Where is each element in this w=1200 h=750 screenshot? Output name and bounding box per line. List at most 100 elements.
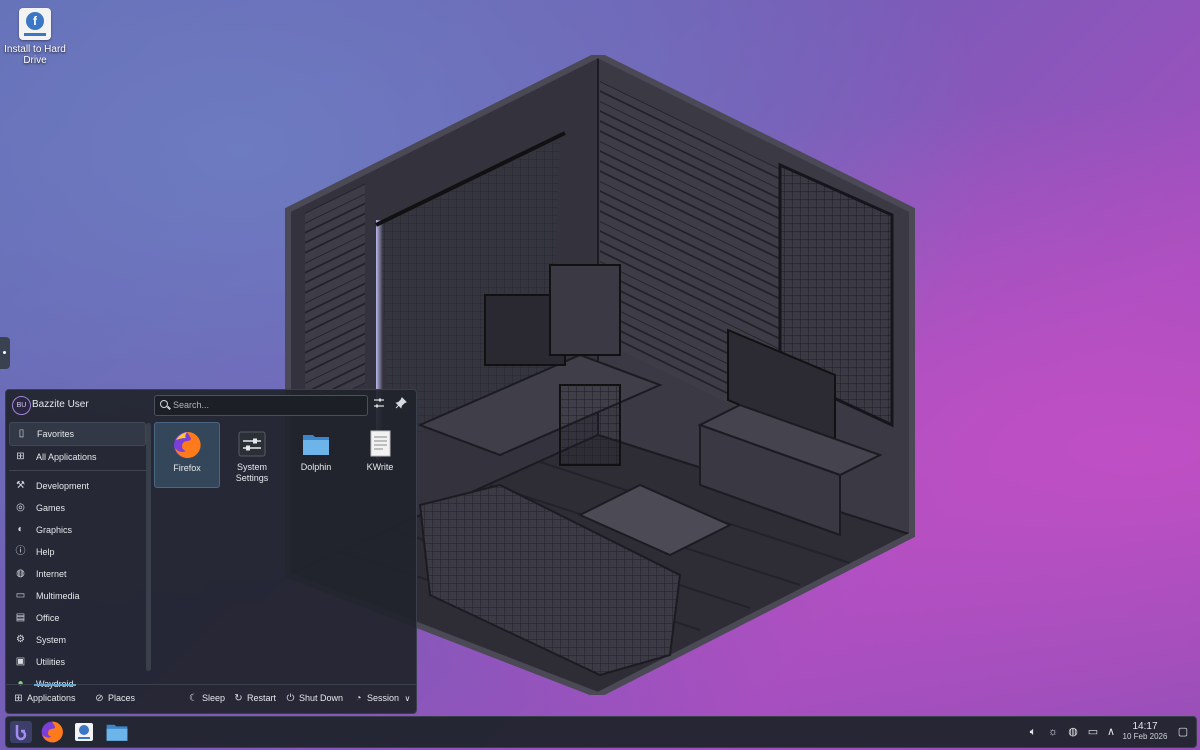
show-desktop-icon: ▢ — [1177, 726, 1189, 738]
desktop-icon-label: Install to Hard Drive — [4, 44, 66, 66]
taskbar: 🔈︎ ☼ ◍ ▭ ∧ 14:17 10 Feb 2026 ▢ — [5, 716, 1197, 748]
taskbar-firefox[interactable] — [40, 720, 64, 744]
tab-applications-label: Applications — [27, 693, 76, 703]
shutdown-button[interactable]: ⏻ Shut Down — [285, 693, 344, 704]
restart-icon: ↻ — [234, 693, 243, 704]
sliders-icon — [374, 398, 384, 408]
search-icon — [160, 400, 168, 408]
tab-applications[interactable]: ⊞ Applications — [13, 693, 76, 704]
sidebar-item-help[interactable]: ⓘ Help — [9, 541, 146, 563]
volume-icon[interactable]: 🔈︎ — [1026, 725, 1040, 739]
sidebar-item-development[interactable]: ⚒ Development — [9, 475, 146, 497]
tab-places[interactable]: ⊘ Places — [94, 693, 135, 704]
app-firefox[interactable]: Firefox — [154, 422, 220, 488]
wrench-icon: ⚒ — [16, 480, 25, 491]
category-sidebar: ▯ Favorites ⊞ All Applications ⚒ Develop… — [6, 422, 149, 695]
taskbar-installer[interactable] — [72, 720, 96, 744]
grid-icon: ⊞ — [16, 451, 25, 462]
folder-icon — [106, 724, 128, 741]
grid-icon: ⊞ — [14, 693, 23, 704]
application-launcher: BU Bazzite User ▯ Favorites ⊞ All Applic… — [5, 389, 417, 714]
search-input[interactable] — [173, 398, 359, 412]
installer-icon: f — [19, 8, 51, 40]
shutdown-label: Shut Down — [299, 693, 344, 703]
launcher-header: BU Bazzite User — [6, 390, 416, 420]
active-tab-indicator — [34, 684, 76, 686]
app-system-settings[interactable]: System Settings — [220, 422, 284, 486]
bazzite-logo-icon — [10, 721, 32, 743]
session-label: Session — [367, 693, 400, 703]
sidebar-item-label: All Applications — [36, 452, 97, 462]
tab-places-label: Places — [108, 693, 136, 703]
tray-expand-chevron-icon[interactable]: ∧ — [1104, 725, 1118, 739]
toolbox-icon: ▣ — [15, 656, 26, 667]
sidebar-item-label: Internet — [36, 569, 67, 579]
sidebar-item-label: Utilities — [36, 657, 66, 667]
app-dolphin[interactable]: Dolphin — [284, 422, 348, 486]
sleep-button[interactable]: ☾ Sleep — [188, 693, 225, 704]
panel-edge-handle[interactable] — [0, 337, 10, 369]
restart-button[interactable]: ↻ Restart — [233, 693, 276, 704]
clock-time: 14:17 — [1132, 721, 1158, 732]
user-name: Bazzite User — [32, 399, 89, 410]
network-icon[interactable]: ◍ — [1066, 725, 1080, 739]
pin-button[interactable] — [394, 397, 408, 411]
search-box[interactable] — [154, 395, 368, 416]
power-icon: ⏻ — [286, 693, 295, 704]
sidebar-item-label: Graphics — [36, 525, 73, 535]
sidebar-item-internet[interactable]: ◍ Internet — [9, 563, 146, 585]
app-label: KWrite — [366, 462, 394, 472]
firefox-icon — [172, 430, 202, 460]
sidebar-scrollbar[interactable] — [146, 423, 151, 671]
compass-icon: ⊘ — [95, 693, 104, 704]
user-avatar[interactable]: BU — [12, 396, 31, 415]
help-icon: ⓘ — [15, 546, 26, 557]
document-icon: ▤ — [15, 612, 26, 623]
sidebar-item-system[interactable]: ⚙ System — [9, 629, 146, 651]
firefox-icon — [41, 721, 63, 743]
globe-icon: ◍ — [16, 568, 25, 579]
chevron-down-icon: ∨ — [404, 694, 411, 703]
session-button[interactable]: ◔ Session ∨ — [353, 693, 410, 704]
bookmark-icon: ▯ — [18, 428, 25, 439]
taskbar-dolphin[interactable] — [105, 720, 129, 744]
palette-icon: ◐ — [17, 524, 24, 535]
installer-icon — [75, 723, 93, 741]
brightness-icon[interactable]: ☼ — [1046, 725, 1060, 739]
install-to-hard-drive-desktop-icon[interactable]: f Install to Hard Drive — [4, 6, 66, 66]
pin-icon — [395, 397, 407, 409]
app-label: Dolphin — [300, 462, 332, 472]
sidebar-item-office[interactable]: ▤ Office — [9, 607, 146, 629]
session-icon: ◔ — [355, 693, 362, 704]
restart-label: Restart — [247, 693, 277, 703]
sidebar-divider — [9, 470, 146, 471]
launcher-footer: ⊞ Applications ⊘ Places ☾ Sleep ↻ Restart ⏻ S… — [6, 684, 416, 713]
sidebar-item-graphics[interactable]: ◐ Graphics — [9, 519, 146, 541]
gear-icon: ⚙ — [16, 634, 25, 645]
gamepad-icon: ◎ — [16, 502, 25, 513]
show-desktop-button[interactable]: ▢ — [1176, 725, 1190, 739]
sidebar-item-games[interactable]: ◎ Games — [9, 497, 146, 519]
folder-icon — [301, 429, 331, 459]
sidebar-item-favorites[interactable]: ▯ Favorites — [9, 422, 146, 446]
sleep-icon: ☾ — [189, 693, 198, 704]
app-launcher-button[interactable] — [9, 720, 33, 744]
sidebar-item-label: Office — [36, 613, 60, 623]
sidebar-item-label: Help — [36, 547, 55, 557]
sidebar-item-multimedia[interactable]: ▭ Multimedia — [9, 585, 146, 607]
app-label: Firefox — [173, 463, 201, 473]
sleep-label: Sleep — [202, 693, 226, 703]
display-icon[interactable]: ▭ — [1086, 725, 1100, 739]
configure-button[interactable] — [372, 397, 386, 411]
sidebar-item-utilities[interactable]: ▣ Utilities — [9, 651, 146, 673]
sidebar-item-label: Development — [36, 481, 90, 491]
clock[interactable]: 14:17 10 Feb 2026 — [1120, 721, 1170, 742]
sidebar-item-label: System — [36, 635, 67, 645]
app-label: System Settings — [235, 462, 269, 483]
monitor-icon: ▭ — [15, 590, 26, 601]
sidebar-item-label: Favorites — [37, 429, 75, 439]
sidebar-item-label: Games — [36, 503, 66, 513]
sidebar-item-all-applications[interactable]: ⊞ All Applications — [9, 446, 146, 468]
sidebar-item-label: Multimedia — [36, 591, 80, 601]
app-kwrite[interactable]: KWrite — [348, 422, 412, 486]
